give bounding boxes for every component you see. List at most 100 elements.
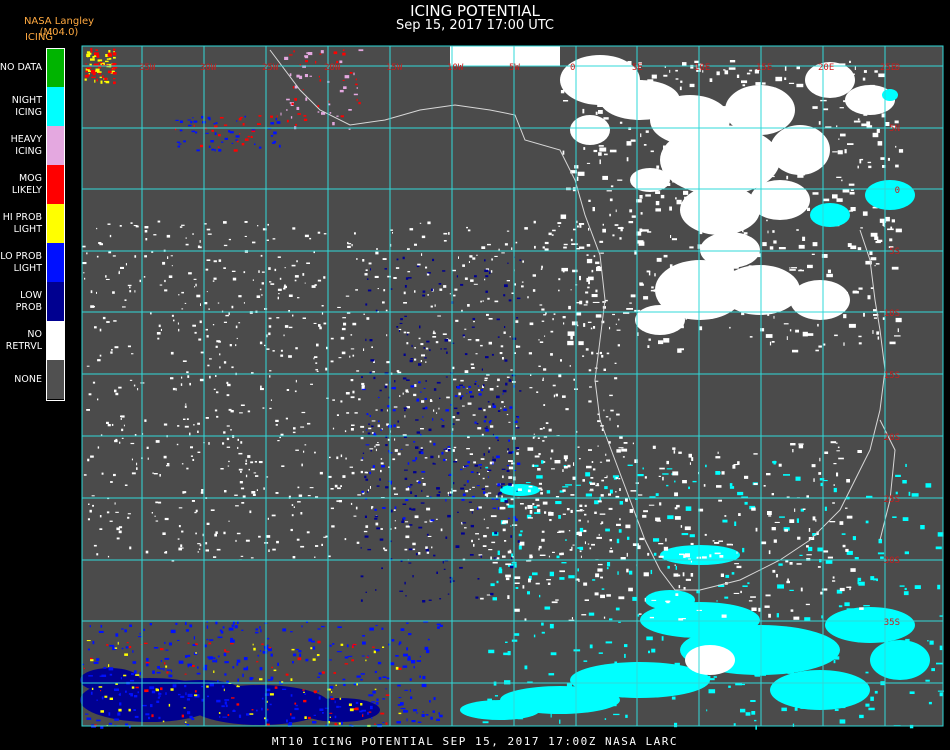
cloud-speck <box>554 460 561 464</box>
cloud-speck <box>505 577 510 581</box>
cloud-speck <box>802 236 806 241</box>
night-icing-speck <box>549 623 554 629</box>
cloud-speck <box>643 572 649 577</box>
mog-likely-speck <box>329 712 333 714</box>
cloud-speck <box>597 563 603 566</box>
cloud-speck <box>718 499 722 502</box>
cloud-speck <box>330 488 334 490</box>
cloud-speck <box>570 238 573 242</box>
cloud-speck <box>732 275 738 279</box>
hi-prob-light-speck <box>124 653 128 656</box>
mog-likely-speck <box>238 117 242 121</box>
low-prob-speck <box>436 571 438 574</box>
latitude-label: 5N <box>889 124 900 134</box>
night-icing-speck <box>750 700 756 702</box>
cloud-speck <box>751 607 757 611</box>
cloud-speck <box>807 207 810 211</box>
cloud-speck <box>577 312 580 316</box>
low-prob-speck <box>409 524 413 526</box>
cloud-speck <box>626 141 632 146</box>
lo-prob-light-speck <box>516 462 521 465</box>
hi-prob-light-speck <box>109 57 112 60</box>
cloud-speck <box>592 101 598 103</box>
cloud-speck <box>602 77 606 81</box>
night-icing-speck <box>742 641 745 645</box>
cloud-speck <box>536 391 539 393</box>
cloud-speck <box>583 323 586 327</box>
cloud-speck <box>280 349 283 352</box>
cloud-speck <box>676 504 680 508</box>
cloud-speck <box>283 287 286 290</box>
cloud-speck <box>574 94 580 99</box>
cloud-speck <box>323 322 327 325</box>
lo-prob-light-speck <box>224 137 228 140</box>
mog-likely-speck <box>236 703 240 706</box>
night-icing-speck <box>710 634 717 637</box>
cloud-speck <box>355 289 358 291</box>
mog-likely-speck <box>192 665 195 667</box>
cloud-speck <box>177 538 180 540</box>
cloud-speck <box>552 318 554 321</box>
lo-prob-light-speck <box>436 623 441 626</box>
cloud-speck <box>394 438 396 441</box>
cloud-speck <box>654 273 656 277</box>
cloud-speck <box>663 254 668 258</box>
hi-prob-light-speck <box>128 708 131 712</box>
cloud-speck <box>584 599 589 601</box>
mog-likely-speck <box>353 708 357 711</box>
cloud-speck <box>598 533 600 536</box>
cloud-speck <box>847 143 854 145</box>
cloud-speck <box>627 61 632 66</box>
night-icing-speck <box>646 636 653 641</box>
low-prob-speck <box>453 407 458 410</box>
hi-prob-light-speck <box>266 700 268 703</box>
low-prob-speck <box>508 483 512 486</box>
lo-prob-light-speck <box>423 387 426 389</box>
cloud-speck <box>222 442 225 445</box>
cloud-speck <box>452 489 457 492</box>
low-prob-speck <box>367 289 372 292</box>
cloud-speck <box>371 346 373 348</box>
cloud-speck <box>598 145 604 147</box>
cloud-speck <box>164 279 166 283</box>
cloud-speck <box>190 446 193 449</box>
cloud-speck <box>260 254 263 257</box>
cloud-speck <box>213 388 216 390</box>
cloud-speck <box>648 338 651 341</box>
cloud-speck <box>679 86 682 91</box>
lo-prob-light-speck <box>260 629 262 633</box>
low-prob-speck <box>406 379 410 381</box>
cloud-speck <box>341 327 346 331</box>
cloud-speck <box>262 407 265 409</box>
cloud-speck <box>499 352 503 355</box>
cloud-speck <box>511 292 514 294</box>
low-prob-speck <box>402 256 405 260</box>
cloud-speck <box>689 119 696 123</box>
cloud-speck <box>678 585 681 589</box>
cloud-speck <box>837 150 843 155</box>
lo-prob-light-speck <box>131 672 134 676</box>
cloud-speck <box>543 427 545 429</box>
lo-prob-light-speck <box>188 124 192 127</box>
cloud-speck <box>193 278 197 280</box>
cloud-speck <box>363 313 365 315</box>
cloud-speck <box>689 83 695 88</box>
lo-prob-light-speck <box>101 674 107 677</box>
cloud-speck <box>515 320 519 323</box>
cloud-speck <box>371 432 374 434</box>
low-prob-speck <box>374 515 379 518</box>
cloud-speck <box>385 383 388 386</box>
cloud-speck <box>587 278 591 280</box>
cloud-speck <box>368 427 372 430</box>
latitude-label: 10S <box>884 309 900 319</box>
night-icing-speck <box>674 662 680 666</box>
cloud-speck <box>609 550 614 553</box>
night-icing-speck <box>706 709 708 712</box>
lo-prob-light-speck <box>214 132 217 135</box>
cloud-speck <box>771 493 774 496</box>
lo-prob-light-speck <box>336 705 339 708</box>
cloud-speck <box>592 468 596 471</box>
lo-prob-light-speck <box>137 691 139 694</box>
cloud-speck <box>843 342 845 346</box>
low-prob-speck <box>404 409 406 412</box>
